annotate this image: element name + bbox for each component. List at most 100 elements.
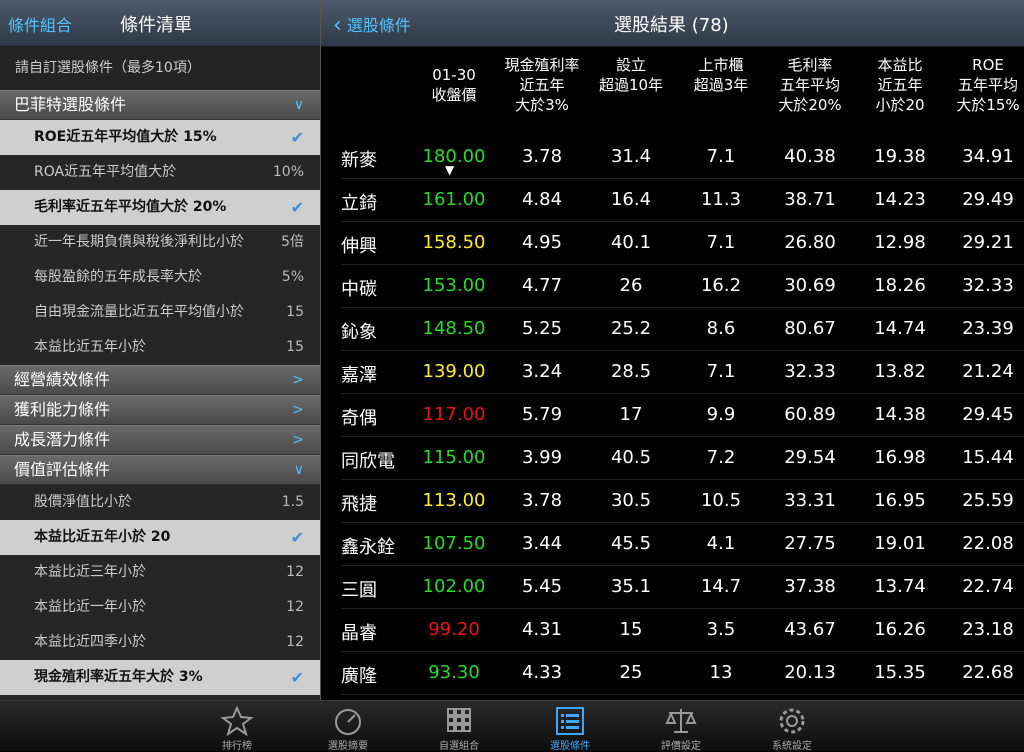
metric-value: 13.74 (874, 576, 926, 597)
tab-gear[interactable]: 系統設定 (737, 701, 847, 752)
metric-value: 21.24 (962, 361, 1014, 382)
metric-value: 37.38 (784, 576, 836, 597)
condition-item[interactable]: 每股盈餘的五年成長率大於 5% (0, 260, 320, 295)
metric-value: 23.18 (962, 619, 1014, 640)
condition-value: 12 (286, 634, 304, 650)
metric-value: 3.24 (521, 361, 563, 382)
table-row[interactable]: 同欣電 115.00 3.99 40.5 7.2 29.54 16.98 15.44 (341, 436, 1024, 480)
checkmark-icon: ✔ (290, 668, 304, 687)
condition-value: 15 (286, 304, 304, 320)
metric-value: 7.1 (706, 146, 736, 167)
table-row[interactable]: 伸興 158.50 4.95 40.1 7.1 26.80 12.98 29.21 (341, 221, 1024, 265)
metric-value: 3.78 (521, 146, 563, 167)
stock-name: 鑫永銓 (341, 537, 395, 558)
condition-item[interactable]: 本益比近五年小於 20 ✔ (0, 520, 320, 555)
table-row[interactable]: 鑫永銓 107.50 3.44 45.5 4.1 27.75 19.01 22.08 (341, 522, 1024, 566)
table-row[interactable]: 立錡 161.00 4.84 16.4 11.3 38.71 14.23 29.49 (341, 178, 1024, 222)
metric-value: 22.74 (962, 576, 1014, 597)
condition-rows: 巴菲特選股條件 ∨ ROE近五年平均值大於 15% ✔ ROA近五年平均值大於 10% 毛利… (0, 90, 320, 695)
chevron-right-icon: > (292, 372, 304, 388)
metric-value: 40.5 (610, 447, 652, 468)
tab-list[interactable]: 選股條件 (515, 701, 625, 752)
condition-list-title: 條件清單 (120, 15, 192, 36)
close-price: 115.00 (422, 447, 486, 468)
checkmark-icon: ✔ (290, 128, 304, 147)
condition-value: 12 (286, 564, 304, 580)
condition-item[interactable]: 本益比近三年小於 12 (0, 555, 320, 590)
condition-label: 本益比近五年小於 (34, 339, 146, 355)
checkmark-icon: ✔ (290, 198, 304, 217)
back-to-conditions-button[interactable]: ‹ 選股條件 (333, 12, 411, 38)
condition-item[interactable]: 本益比近一年小於 12 (0, 590, 320, 625)
condition-item[interactable]: 毛利率近五年平均值大於 20% ✔ (0, 190, 320, 225)
condition-label: 現金殖利率近五年大於 3% (34, 669, 203, 685)
column-header-line: 大於3% (515, 96, 569, 114)
condition-value: 5倍 (281, 234, 304, 250)
table-row[interactable]: 鈊象 148.50 5.25 25.2 8.6 80.67 14.74 23.39 (341, 307, 1024, 351)
condition-value: 15 (286, 339, 304, 355)
condition-label: 價值評估條件 (14, 460, 111, 479)
condition-section[interactable]: 巴菲特選股條件 ∨ (0, 90, 320, 120)
metric-value: 34.91 (962, 146, 1014, 167)
condition-value: 1.5 (281, 494, 304, 510)
tab-gauge[interactable]: 選股摘要 (293, 701, 403, 752)
metric-value: 29.49 (962, 189, 1014, 210)
table-row[interactable]: 飛捷 113.00 3.78 30.5 10.5 33.31 16.95 25.59 (341, 479, 1024, 523)
metric-value: 19.38 (874, 146, 926, 167)
condition-value: 10% (272, 164, 304, 180)
condition-label: 成長潛力條件 (14, 430, 111, 449)
condition-item[interactable]: 近一年長期負債與稅後淨利比小於 5倍 (0, 225, 320, 260)
condition-item[interactable]: ROA近五年平均值大於 10% (0, 155, 320, 190)
metric-value: 35.1 (610, 576, 652, 597)
table-row[interactable]: 新麥 180.00 3.78 31.4 7.1 40.38 19.38 34.91 (341, 135, 1024, 179)
metric-value: 14.74 (874, 318, 926, 339)
column-header-line: ROE (972, 56, 1004, 74)
metric-value: 3.99 (521, 447, 563, 468)
condition-item[interactable]: ROE近五年平均值大於 15% ✔ (0, 120, 320, 155)
metric-value: 4.77 (521, 275, 563, 296)
stock-name: 鈊象 (341, 322, 377, 343)
table-row[interactable]: 奇偶 117.00 5.79 17 9.9 60.89 14.38 29.45 (341, 393, 1024, 437)
stock-name: 飛捷 (341, 494, 377, 515)
chevron-left-icon: ‹ (333, 13, 342, 38)
metric-value: 5.79 (521, 404, 563, 425)
tab-scale[interactable]: 評價設定 (626, 701, 736, 752)
chevron-down-icon: ∨ (293, 462, 304, 478)
condition-item[interactable]: 自由現金流量比近五年平均值小於 15 (0, 295, 320, 330)
condition-label: 本益比近一年小於 (34, 599, 146, 615)
table-row[interactable]: 嘉澤 139.00 3.24 28.5 7.1 32.33 13.82 21.24 (341, 350, 1024, 394)
condition-item[interactable]: 股價淨值比小於 1.5 (0, 485, 320, 520)
table-row[interactable]: 晶睿 99.20 4.31 15 3.5 43.67 16.26 23.18 (341, 608, 1024, 652)
stock-name: 嘉澤 (341, 365, 377, 386)
close-price: 117.00 (422, 404, 486, 425)
tab-star[interactable]: 排行榜 (182, 701, 292, 752)
close-price: 161.00 (422, 189, 486, 210)
tab-grid[interactable]: 自選組合 (404, 701, 514, 752)
metric-value: 43.67 (784, 619, 836, 640)
back-to-combo-button[interactable]: 條件組合 (8, 12, 72, 36)
table-row[interactable]: 三圓 102.00 5.45 35.1 14.7 37.38 13.74 22.74 (341, 565, 1024, 609)
scale-icon (626, 706, 736, 736)
stock-name: 新麥 (341, 150, 377, 171)
metric-value: 29.54 (784, 447, 836, 468)
results-title: 選股結果 (78) (614, 15, 729, 36)
condition-label: 本益比近四季小於 (34, 634, 146, 650)
table-row[interactable]: 中碳 153.00 4.77 26 16.2 30.69 18.26 32.33 (341, 264, 1024, 308)
condition-label: 本益比近三年小於 (34, 564, 146, 580)
condition-label: 獲利能力條件 (14, 400, 111, 419)
left-nav-bar: 條件組合 條件清單 (0, 0, 320, 47)
close-price: 93.30 (428, 662, 480, 683)
condition-item[interactable]: 現金殖利率近五年大於 3% ✔ (0, 660, 320, 695)
condition-item[interactable]: 本益比近五年小於 15 (0, 330, 320, 365)
condition-item[interactable]: 本益比近四季小於 12 (0, 625, 320, 660)
condition-section[interactable]: 經營績效條件 > (0, 365, 320, 395)
condition-section[interactable]: 價值評估條件 ∨ (0, 455, 320, 485)
table-row[interactable]: 廣隆 93.30 4.33 25 13 20.13 15.35 22.68 (341, 651, 1024, 695)
metric-value: 7.2 (706, 447, 736, 468)
condition-section[interactable]: 獲利能力條件 > (0, 395, 320, 425)
metric-value: 40.1 (610, 232, 652, 253)
condition-section[interactable]: 成長潛力條件 > (0, 425, 320, 455)
metric-value: 5.45 (521, 576, 563, 597)
metric-value: 28.5 (610, 361, 652, 382)
column-header[interactable]: ROE 五年平均 大於15% (933, 55, 1024, 115)
